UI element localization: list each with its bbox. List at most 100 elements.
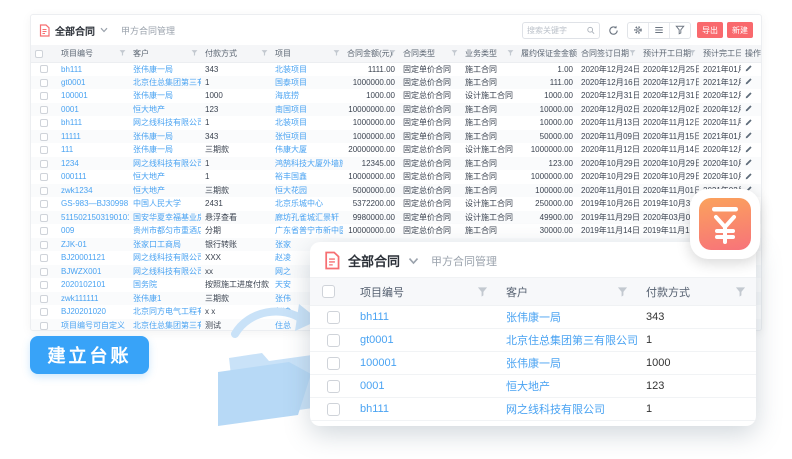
row-checkbox[interactable]: [40, 241, 48, 249]
row-checkbox[interactable]: [40, 227, 48, 235]
row-checkbox[interactable]: [327, 380, 340, 393]
cell-id[interactable]: zwk1234: [57, 184, 129, 198]
create-ledger-button[interactable]: 建立台账: [30, 336, 149, 374]
filter-icon[interactable]: [333, 49, 340, 57]
filter-icon[interactable]: [477, 286, 488, 298]
cell-project[interactable]: 廊坊孔雀城汇景轩: [271, 211, 343, 225]
column-header-payment[interactable]: 付款方式: [638, 278, 756, 306]
row-checkbox[interactable]: [40, 92, 48, 100]
cell-op[interactable]: [741, 89, 762, 103]
edit-icon[interactable]: [745, 158, 753, 166]
column-header-id[interactable]: 项目编号: [352, 278, 498, 306]
cell-customer[interactable]: 张伟康一局: [129, 89, 201, 103]
cell-customer[interactable]: 国务院: [129, 278, 201, 292]
cell-customer[interactable]: 国安华夏幸福基业房地产...: [129, 211, 201, 225]
cell-id[interactable]: bh111: [352, 306, 498, 329]
column-header-bond[interactable]: 履约保证金金额(元): [517, 45, 577, 62]
edit-icon[interactable]: [745, 104, 753, 112]
cell-op[interactable]: [741, 130, 762, 144]
row-checkbox[interactable]: [40, 322, 48, 330]
select-all-checkbox[interactable]: [35, 50, 43, 58]
cell-customer[interactable]: 张伟康一局: [129, 130, 201, 144]
edit-icon[interactable]: [745, 118, 753, 126]
cell-id[interactable]: 100001: [57, 89, 129, 103]
cell-op[interactable]: [741, 62, 762, 76]
row-checkbox[interactable]: [40, 295, 48, 303]
filter-icon[interactable]: [617, 286, 628, 298]
cell-id[interactable]: 111: [57, 143, 129, 157]
row-checkbox[interactable]: [327, 311, 340, 324]
cell-project[interactable]: 鸿鹄科技大厦外墙施工项目: [271, 157, 343, 171]
cell-op[interactable]: [741, 170, 762, 184]
cell-customer[interactable]: 张伟康一局: [498, 352, 638, 375]
cell-customer[interactable]: 张伟康一局: [498, 306, 638, 329]
cell-customer[interactable]: 北京住总集团第三有限公司: [129, 319, 201, 332]
edit-icon[interactable]: [745, 145, 753, 153]
cell-id[interactable]: 000111: [57, 170, 129, 184]
column-header-start_date[interactable]: 预计开工日期: [639, 45, 699, 62]
cell-id[interactable]: 项目编号可自定义: [57, 319, 129, 332]
cell-customer[interactable]: 北京住总集团第三有限公司: [498, 329, 638, 352]
row-checkbox[interactable]: [40, 106, 48, 114]
cell-customer[interactable]: 北京同方电气工程有限公司: [129, 305, 201, 319]
cell-id[interactable]: gt0001: [352, 329, 498, 352]
row-checkbox[interactable]: [327, 334, 340, 347]
column-header-business_type[interactable]: 业务类型: [461, 45, 517, 62]
row-checkbox[interactable]: [40, 200, 48, 208]
row-checkbox[interactable]: [327, 357, 340, 370]
cell-id[interactable]: GS-983—BJ30998: [57, 197, 129, 211]
row-checkbox[interactable]: [40, 119, 48, 127]
filter-icon[interactable]: [389, 49, 396, 57]
cell-project[interactable]: 裕丰国鑫: [271, 170, 343, 184]
filter-icon[interactable]: [735, 286, 746, 298]
cell-id[interactable]: gt0001: [57, 76, 129, 90]
cell-customer[interactable]: 张伟康一局: [129, 143, 201, 157]
chevron-down-icon[interactable]: [408, 257, 419, 265]
cell-id[interactable]: BJ20001121: [57, 251, 129, 265]
cell-id[interactable]: 0001: [352, 375, 498, 398]
row-checkbox[interactable]: [40, 281, 48, 289]
cell-project[interactable]: 南国项目: [271, 103, 343, 117]
row-checkbox[interactable]: [40, 254, 48, 262]
new-button[interactable]: 新建: [727, 22, 753, 38]
cell-customer[interactable]: 网之线科技有限公司: [129, 265, 201, 279]
row-checkbox[interactable]: [40, 214, 48, 222]
cell-customer[interactable]: 张伟康1: [129, 292, 201, 306]
filter-icon[interactable]: [689, 49, 696, 57]
cell-op[interactable]: [741, 143, 762, 157]
cell-id[interactable]: 2020102101: [57, 278, 129, 292]
column-header-contract_type[interactable]: 合同类型: [399, 45, 461, 62]
cell-customer[interactable]: 网之线科技有限公司: [498, 398, 638, 421]
cell-customer[interactable]: 恒大地产: [498, 375, 638, 398]
column-header-id[interactable]: 项目编号: [57, 45, 129, 62]
cell-customer[interactable]: 恒大地产: [129, 184, 201, 198]
panel-title[interactable]: 全部合同: [348, 251, 400, 270]
cell-customer[interactable]: 网之线科技有限公司: [129, 116, 201, 130]
cell-customer[interactable]: 网之线科技有限公司: [129, 157, 201, 171]
list-icon[interactable]: [648, 23, 669, 38]
cell-project[interactable]: 广东省普宁市新中医医院...: [271, 224, 343, 238]
column-header-payment[interactable]: 付款方式: [201, 45, 271, 62]
cell-op[interactable]: [741, 76, 762, 90]
refresh-icon[interactable]: [606, 25, 621, 36]
cell-id[interactable]: bh111: [57, 62, 129, 76]
cell-id[interactable]: BJ20201020: [57, 305, 129, 319]
edit-icon[interactable]: [745, 64, 753, 72]
cell-id[interactable]: 1234: [57, 157, 129, 171]
row-checkbox[interactable]: [40, 65, 48, 73]
cell-id[interactable]: 100001: [352, 352, 498, 375]
cell-id[interactable]: bh111: [57, 116, 129, 130]
cell-project[interactable]: 北京乐城中心: [271, 197, 343, 211]
cell-project[interactable]: 恒大花园: [271, 184, 343, 198]
cell-project[interactable]: 国泰项目: [271, 76, 343, 90]
column-header-customer[interactable]: 客户: [129, 45, 201, 62]
filter-icon[interactable]: [669, 23, 690, 38]
cell-id[interactable]: bh111: [352, 398, 498, 421]
cell-id[interactable]: ZJK-01: [57, 238, 129, 252]
cell-customer[interactable]: 张家口工商局: [129, 238, 201, 252]
cell-id[interactable]: 11111: [57, 130, 129, 144]
cell-op[interactable]: [741, 116, 762, 130]
column-header-project[interactable]: 项目: [271, 45, 343, 62]
panel-title[interactable]: 全部合同: [55, 23, 95, 38]
edit-icon[interactable]: [745, 131, 753, 139]
